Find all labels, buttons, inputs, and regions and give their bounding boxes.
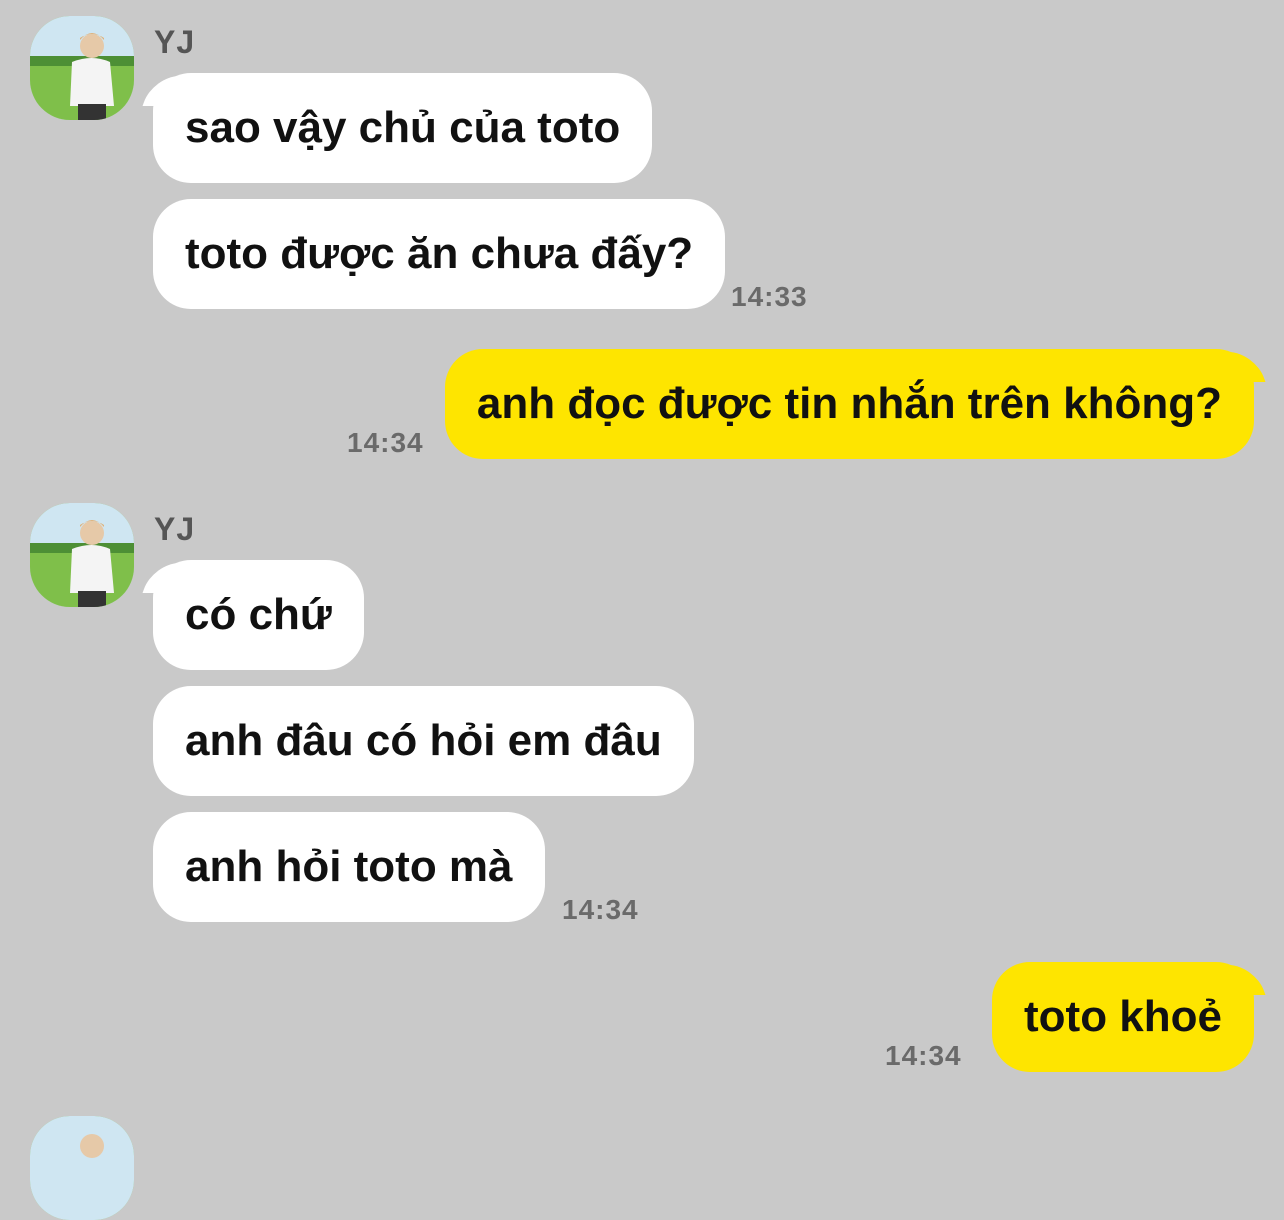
- incoming-message[interactable]: anh hỏi toto mà: [153, 812, 545, 922]
- sender-name: YJ: [154, 24, 196, 60]
- sender-name: YJ: [154, 511, 196, 547]
- outgoing-message[interactable]: toto khoẻ: [992, 962, 1254, 1072]
- sender-avatar[interactable]: [30, 16, 134, 120]
- incoming-message[interactable]: có chứ: [153, 560, 364, 670]
- incoming-message[interactable]: toto được ăn chưa đấy?: [153, 199, 726, 309]
- sender-avatar[interactable]: [30, 503, 134, 607]
- message-timestamp: 14:34: [562, 894, 639, 925]
- sender-avatar[interactable]: [30, 1116, 134, 1220]
- outgoing-message[interactable]: anh đọc được tin nhắn trên không?: [444, 349, 1254, 459]
- profile-photo-icon: [30, 503, 134, 607]
- message-timestamp: 14:33: [731, 281, 808, 312]
- incoming-message[interactable]: sao vậy chủ của toto: [153, 73, 653, 183]
- profile-photo-icon: [30, 16, 134, 120]
- profile-photo-icon: [30, 1116, 134, 1220]
- message-timestamp: 14:34: [885, 1040, 962, 1071]
- incoming-message[interactable]: anh đâu có hỏi em đâu: [153, 686, 694, 796]
- message-timestamp: 14:34: [347, 427, 424, 458]
